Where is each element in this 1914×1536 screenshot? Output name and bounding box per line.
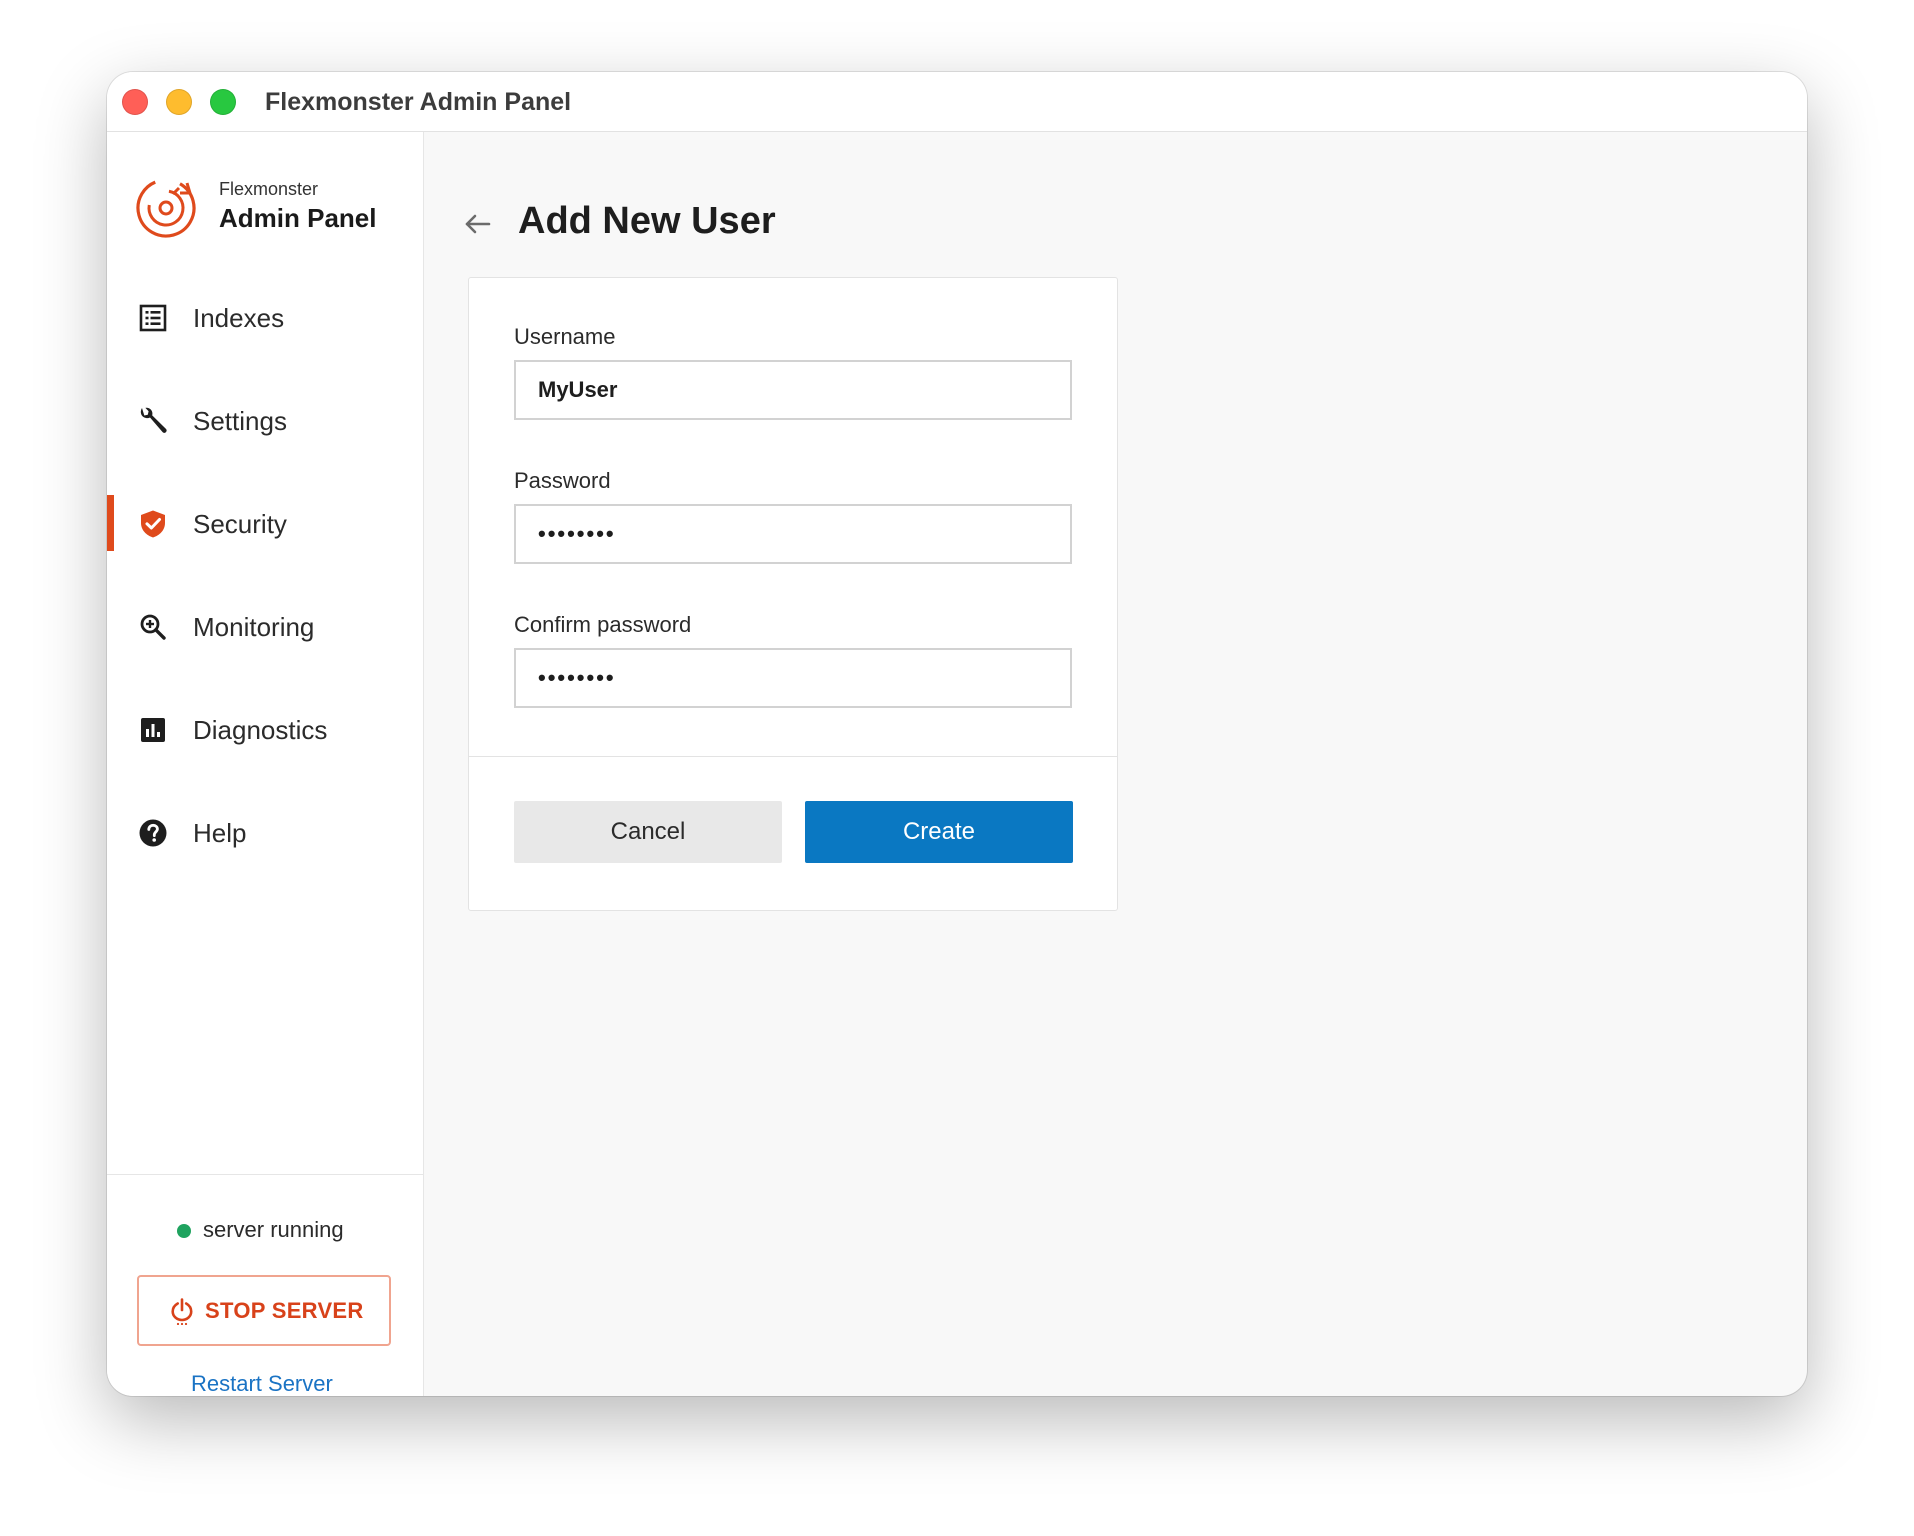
create-button[interactable]: Create [805, 801, 1073, 863]
power-icon [171, 1298, 193, 1325]
server-status-text: server running [203, 1217, 344, 1242]
title-bar: Flexmonster Admin Panel [107, 72, 1807, 132]
status-indicator-dot [177, 1224, 191, 1238]
stop-server-button[interactable]: STOP SERVER [137, 1275, 391, 1346]
restart-server-link[interactable]: Restart Server [191, 1371, 333, 1396]
sidebar-item-security[interactable]: Security [107, 495, 423, 553]
flexmonster-logo-icon [136, 178, 196, 238]
confirm-password-label: Confirm password [514, 612, 692, 637]
question-circle-icon [139, 819, 167, 847]
list-icon [139, 304, 167, 332]
form-divider [469, 756, 1117, 757]
app-window: Flexmonster Admin Panel Flexmonster Admi… [107, 72, 1807, 1396]
username-label: Username [514, 324, 616, 349]
stop-server-label: STOP SERVER [205, 1298, 364, 1323]
sidebar-item-diagnostics[interactable]: Diagnostics [107, 701, 423, 759]
sidebar-item-label: Security [193, 509, 287, 539]
sidebar-item-label: Help [193, 818, 247, 848]
window-minimize-button[interactable] [166, 89, 192, 115]
brand-subtitle: Flexmonster [219, 179, 319, 199]
sidebar-item-label: Indexes [193, 303, 285, 333]
password-label: Password [514, 468, 611, 493]
arrow-left-icon[interactable] [462, 208, 494, 240]
shield-check-icon [141, 510, 165, 538]
window-title: Flexmonster Admin Panel [265, 88, 572, 116]
add-user-form: Username Password Confirm password Cance… [468, 277, 1118, 911]
wrench-icon [140, 407, 167, 433]
brand: Flexmonster Admin Panel [135, 175, 405, 245]
page-title: Add New User [518, 200, 776, 242]
sidebar-item-indexes[interactable]: Indexes [107, 289, 423, 347]
confirm-password-input[interactable] [514, 648, 1072, 708]
sidebar-item-label: Settings [193, 406, 287, 436]
sidebar-item-monitoring[interactable]: Monitoring [107, 598, 423, 656]
brand-title: Admin Panel [219, 203, 377, 233]
username-input[interactable] [514, 360, 1072, 420]
sidebar-item-label: Diagnostics [193, 715, 328, 745]
active-indicator [107, 495, 114, 551]
bar-chart-icon [141, 718, 165, 742]
magnifier-icon [140, 614, 166, 640]
window-close-button[interactable] [122, 89, 148, 115]
window-maximize-button[interactable] [210, 89, 236, 115]
sidebar-item-help[interactable]: Help [107, 804, 423, 862]
sidebar: Flexmonster Admin Panel Indexes Settings [107, 132, 424, 1396]
cancel-button[interactable]: Cancel [514, 801, 782, 863]
password-input[interactable] [514, 504, 1072, 564]
sidebar-item-settings[interactable]: Settings [107, 392, 423, 450]
sidebar-footer: server running STOP SERVER Restart Serve… [107, 1174, 423, 1396]
main-content: Add New User Username Password Confirm p… [424, 132, 1807, 1396]
sidebar-item-label: Monitoring [193, 612, 315, 642]
